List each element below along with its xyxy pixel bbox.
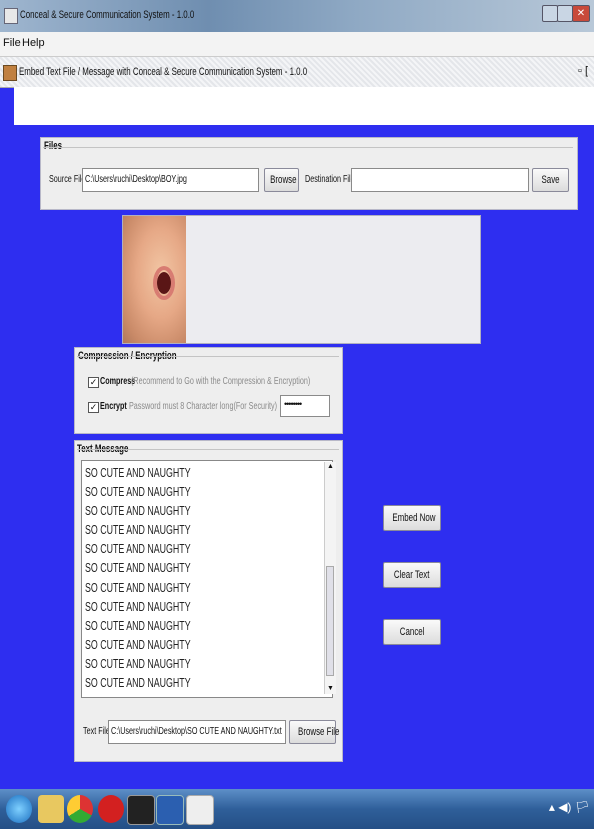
cover-image: [123, 216, 186, 343]
source-file-field[interactable]: C:\Users\ruchi\Desktop\BOY.jpg: [82, 168, 259, 192]
menu-bar: File Help: [0, 32, 594, 57]
internal-frame-title: Embed Text File / Message with Conceal &…: [19, 66, 308, 78]
close-button[interactable]: ✕: [572, 5, 590, 22]
divider: [43, 147, 573, 148]
toolbar-strip: [14, 87, 594, 125]
message-line: SO CUTE AND NAUGHTY: [85, 465, 191, 480]
scroll-up-icon[interactable]: ▲: [325, 462, 336, 472]
maximize-button[interactable]: [557, 5, 573, 22]
app-icon: [4, 8, 18, 24]
message-textarea[interactable]: SO CUTE AND NAUGHTY SO CUTE AND NAUGHTY …: [81, 460, 333, 698]
file-explorer-icon[interactable]: [38, 795, 64, 823]
message-line: SO CUTE AND NAUGHTY: [85, 655, 191, 671]
word-icon[interactable]: [156, 795, 184, 825]
text-file-field[interactable]: C:\Users\ruchi\Desktop\SO CUTE AND NAUGH…: [108, 720, 286, 744]
message-line: SO CUTE AND NAUGHTY: [85, 617, 191, 633]
window-title-bar: Conceal & Secure Communication System - …: [0, 0, 594, 32]
cancel-button[interactable]: Cancel: [383, 619, 441, 645]
divider: [77, 356, 339, 357]
mouth-shape: [157, 272, 171, 294]
message-line: SO CUTE AND NAUGHTY: [85, 484, 191, 500]
system-tray[interactable]: ▴ ◀) 🏳: [549, 800, 590, 814]
frame-controls[interactable]: ▫ [: [578, 65, 588, 77]
browse-file-button[interactable]: Browse File: [289, 720, 339, 744]
save-button[interactable]: Save: [532, 168, 569, 192]
image-preview: [122, 215, 481, 344]
message-line: SO CUTE AND NAUGHTY: [85, 560, 191, 576]
browse-button[interactable]: Browse: [264, 168, 299, 192]
compression-encryption-panel: Compression / Encryption ✓ Compress (Rec…: [74, 347, 343, 434]
message-lines: SO CUTE AND NAUGHTY SO CUTE AND NAUGHTY …: [85, 463, 240, 692]
encrypt-checkbox[interactable]: ✓: [88, 402, 99, 413]
message-line: SO CUTE AND NAUGHTY: [85, 503, 191, 519]
frame-icon: [3, 65, 17, 81]
internal-frame-title-bar: Embed Text File / Message with Conceal &…: [0, 57, 594, 88]
message-line: SO CUTE AND NAUGHTY: [85, 522, 191, 538]
message-line: SO CUTE AND NAUGHTY: [85, 675, 191, 691]
scroll-down-icon[interactable]: ▼: [325, 684, 336, 694]
opera-icon[interactable]: [98, 795, 124, 823]
chrome-icon[interactable]: [67, 795, 93, 823]
menu-file[interactable]: File: [3, 37, 21, 49]
embed-now-button[interactable]: Embed Now: [383, 505, 441, 531]
message-line: SO CUTE AND NAUGHTY: [85, 541, 191, 557]
compress-hint: (Recommend to Go with the Compression & …: [131, 376, 311, 387]
compress-checkbox[interactable]: ✓: [88, 377, 99, 388]
clear-text-button[interactable]: Clear Text: [383, 562, 441, 588]
java-icon[interactable]: [186, 795, 214, 825]
menu-help[interactable]: Help: [22, 37, 45, 49]
files-legend: Files: [44, 140, 63, 152]
window-controls: ✕: [542, 5, 590, 22]
message-line: SO CUTE AND NAUGHTY: [85, 636, 191, 652]
message-line: SO CUTE AND NAUGHTY: [85, 579, 191, 595]
password-field[interactable]: ••••••••: [280, 395, 330, 417]
destination-file-field[interactable]: [351, 168, 529, 192]
taskbar: ▴ ◀) 🏳: [0, 789, 594, 829]
window-title: Conceal & Secure Communication System - …: [20, 9, 195, 21]
message-line: SO CUTE AND NAUGHTY: [85, 598, 191, 614]
start-button-icon[interactable]: [6, 795, 32, 823]
textarea-scrollbar[interactable]: ▲ ▼: [324, 462, 336, 694]
minimize-button[interactable]: [542, 5, 558, 22]
files-panel: Files Source File C:\Users\ruchi\Desktop…: [40, 137, 578, 210]
terminal-icon[interactable]: [127, 795, 155, 825]
scrollbar-thumb[interactable]: [326, 566, 334, 676]
divider: [77, 449, 339, 450]
